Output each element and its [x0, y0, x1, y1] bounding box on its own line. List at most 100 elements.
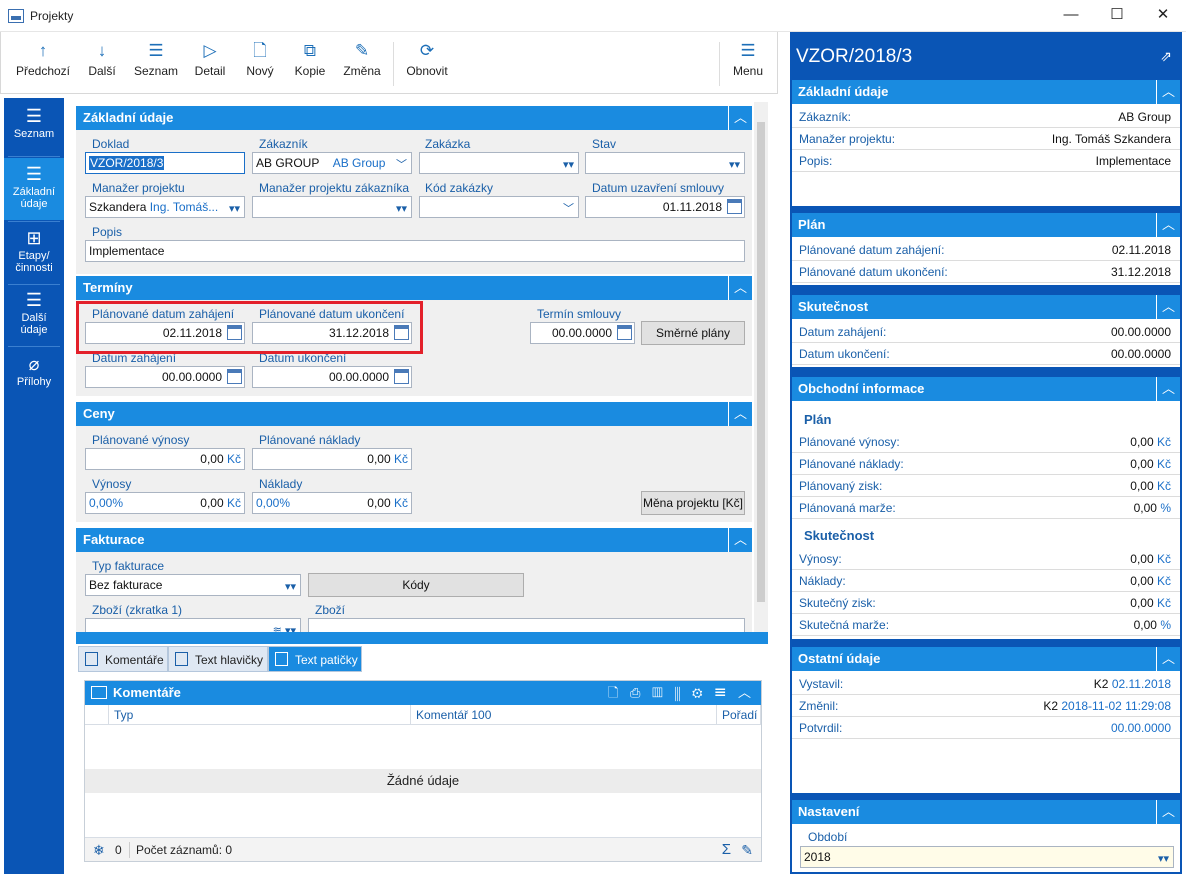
dropdown-icon: ▾▾: [1157, 853, 1169, 865]
codes-button[interactable]: Kódy: [308, 573, 524, 597]
form-scrollbar[interactable]: [754, 102, 768, 632]
column-header-order[interactable]: Pořadí: [717, 705, 761, 725]
collapse-button[interactable]: ︿: [1156, 213, 1180, 237]
dropdown-icon: ▾▾: [562, 159, 574, 171]
collapse-button[interactable]: ︿: [1156, 800, 1180, 824]
costs-input[interactable]: 0,00% 0,00 Kč: [252, 492, 412, 514]
planned-costs-label: Plánované náklady: [259, 433, 361, 447]
revenue-input[interactable]: 0,00% 0,00 Kč: [85, 492, 245, 514]
calendar-icon[interactable]: [617, 325, 632, 340]
panel-row: Zákazník: AB Group: [792, 106, 1180, 128]
detail-button[interactable]: ▷ Detail: [187, 40, 233, 88]
refresh-icon: ⟳: [419, 41, 435, 60]
collapse-button[interactable]: ︿: [728, 528, 752, 552]
nav-item-attachments[interactable]: ⌀ Přílohy: [4, 352, 64, 402]
arrow-down-icon: ↓: [97, 41, 107, 60]
panel-section-header: Skutečnost: [792, 295, 1180, 319]
scrollbar-thumb[interactable]: [757, 122, 765, 602]
grid-toolbar-icons[interactable]: 🗋 ⎙ ▥ ⫼ ⚙ ☰ ︿: [608, 681, 755, 705]
tab-footer-text[interactable]: Text patičky: [268, 646, 362, 672]
period-label: Období: [808, 830, 848, 844]
planned-revenue-input[interactable]: 0,00 Kč: [85, 448, 245, 470]
new-button[interactable]: 🗋 Nový: [237, 40, 283, 88]
play-icon: ▷: [203, 41, 217, 60]
goods-short-input[interactable]: ≋ ▾▾: [85, 618, 301, 632]
start-date-input[interactable]: 00.00.0000: [85, 366, 245, 388]
calendar-icon[interactable]: [727, 199, 742, 214]
panel-row: Potvrdil: 00.00.0000: [792, 717, 1180, 739]
status-input[interactable]: ▾▾: [585, 152, 745, 174]
panel-row: Manažer projektu: Ing. Tomáš Szkandera: [792, 128, 1180, 150]
refresh-button[interactable]: ⟳ Obnovit: [401, 40, 453, 88]
nav-item-stages[interactable]: ⊞ Etapy/ činnosti: [4, 226, 64, 282]
column-header-type[interactable]: Typ: [109, 705, 411, 725]
calendar-icon[interactable]: [227, 369, 242, 384]
list-icon: ☰: [148, 41, 164, 60]
next-button[interactable]: ↓ Další: [79, 40, 125, 88]
billing-type-label: Typ fakturace: [92, 559, 165, 573]
panel-subheading: Skutečnost: [804, 528, 875, 543]
nav-item-list[interactable]: ☰ Seznam: [4, 104, 64, 156]
column-header-select[interactable]: [85, 705, 109, 725]
contract-term-input[interactable]: 00.00.0000: [530, 322, 635, 344]
panel-row: Změnil: K2 2018-11-02 11:29:08: [792, 695, 1180, 717]
order-code-input[interactable]: ﹀: [419, 196, 579, 218]
external-link-icon[interactable]: ⇗: [1160, 48, 1172, 65]
doklad-label: Doklad: [92, 137, 130, 151]
copy-button[interactable]: ⧉ Kopie: [287, 40, 333, 88]
collapse-button[interactable]: ︿: [1156, 80, 1180, 104]
list-button[interactable]: ☰ Seznam: [129, 40, 183, 88]
panel-business: Obchodní informace ︿ Plán Plánované výno…: [792, 377, 1180, 639]
order-input[interactable]: ▾▾: [419, 152, 579, 174]
section-header: Termíny: [76, 276, 752, 300]
doklad-input[interactable]: VZOR/2018/3: [85, 152, 245, 174]
maximize-button[interactable]: ☐: [1094, 0, 1140, 32]
minimize-button[interactable]: —: [1048, 0, 1094, 32]
customer-input[interactable]: AB GROUP AB Group ﹀: [252, 152, 412, 174]
column-header-comment[interactable]: Komentář 100: [411, 705, 717, 725]
dropdown-icon: ≋ ▾▾: [272, 625, 296, 632]
calendar-icon[interactable]: [394, 369, 409, 384]
goods-label: Zboží: [315, 603, 346, 617]
frozen-count: 0: [115, 843, 122, 857]
period-select[interactable]: 2018 ▾▾: [800, 846, 1174, 868]
dropdown-icon: ▾▾: [395, 203, 407, 215]
nav-item-other-data[interactable]: ☰ Další údaje: [4, 288, 64, 344]
planned-costs-input[interactable]: 0,00 Kč: [252, 448, 412, 470]
manager-label: Manažer projektu: [92, 181, 185, 195]
revenue-label: Výnosy: [92, 477, 132, 491]
collapse-button[interactable]: ︿: [728, 276, 752, 300]
collapse-button[interactable]: ︿: [728, 106, 752, 130]
manager-input[interactable]: Szkandera Ing. Tomáš... ▾▾: [85, 196, 245, 218]
panel-row: Plánované výnosy: 0,00 Kč: [792, 431, 1180, 453]
panel-row: Plánovaná marže: 0,00 %: [792, 497, 1180, 519]
customer-manager-input[interactable]: ▾▾: [252, 196, 412, 218]
edit-button[interactable]: ✎ Změna: [337, 40, 387, 88]
collapse-button[interactable]: ︿: [1156, 295, 1180, 319]
order-label: Zakázka: [425, 137, 471, 151]
contract-date-input[interactable]: 01.11.2018: [585, 196, 745, 218]
close-button[interactable]: ✕: [1140, 0, 1186, 32]
previous-button[interactable]: ↑ Předchozí: [11, 40, 75, 88]
guideline-plans-button[interactable]: Směrné plány: [641, 321, 745, 345]
snowflake-icon[interactable]: ❄: [93, 838, 105, 862]
collapse-button[interactable]: ︿: [1156, 647, 1180, 671]
goods-input[interactable]: [308, 618, 745, 632]
footer-separator: [129, 842, 130, 858]
panel-row: Plánované náklady: 0,00 Kč: [792, 453, 1180, 475]
project-currency-button[interactable]: Měna projektu [Kč]: [641, 491, 745, 515]
sum-icon[interactable]: Σ: [722, 838, 731, 862]
splitter[interactable]: [76, 632, 768, 644]
nav-separator: [8, 221, 60, 222]
nav-item-basic-data[interactable]: ☰ Základní údaje: [4, 158, 64, 220]
tab-header-text[interactable]: Text hlavičky: [168, 646, 268, 672]
collapse-button[interactable]: ︿: [728, 402, 752, 426]
billing-type-select[interactable]: Bez fakturace ▾▾: [85, 574, 301, 596]
end-date-input[interactable]: 00.00.0000: [252, 366, 412, 388]
pencil-icon[interactable]: ✎: [741, 838, 753, 862]
tab-comments[interactable]: Komentáře: [78, 646, 168, 672]
collapse-button[interactable]: ︿: [1156, 377, 1180, 401]
menu-button[interactable]: ☰ Menu: [725, 40, 771, 88]
panel-row: Datum zahájení: 00.00.0000: [792, 321, 1180, 343]
description-input[interactable]: Implementace: [85, 240, 745, 262]
